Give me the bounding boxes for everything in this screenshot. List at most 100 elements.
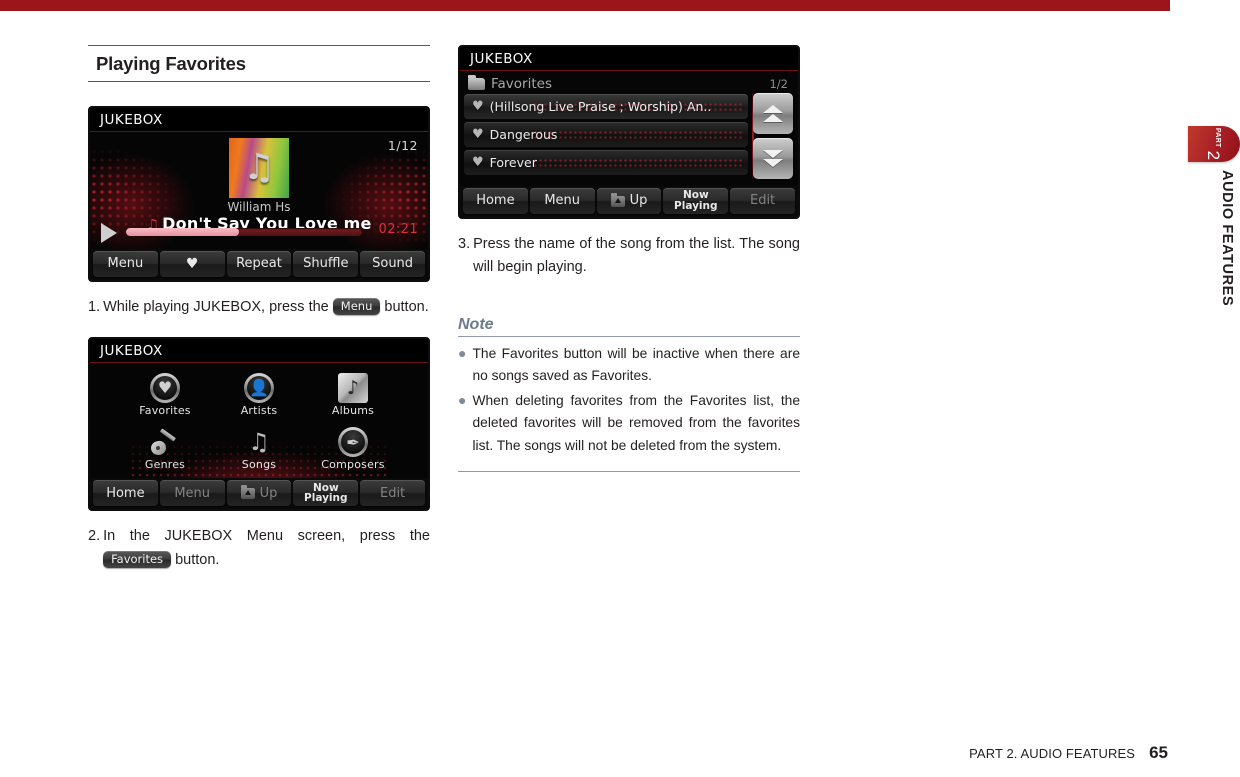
note-bottom-rule bbox=[458, 471, 800, 473]
toolbar-button-menu[interactable]: Menu bbox=[159, 480, 225, 507]
list-item[interactable]: ♥ Dangerous bbox=[464, 122, 748, 147]
music-note-square-icon: ♪ bbox=[338, 372, 368, 403]
part-label: AUDIO FEATURES bbox=[1219, 170, 1235, 307]
toolbar-label: Menu bbox=[107, 256, 144, 272]
toolbar-button-sound[interactable]: Sound bbox=[360, 251, 425, 277]
jukebox-menu-title: JUKEBOX bbox=[90, 339, 428, 364]
toolbar-button-edit[interactable]: Edit bbox=[360, 480, 425, 507]
step-3-number: 3. bbox=[458, 236, 471, 252]
menu-item-songs[interactable]: ♫ Songs bbox=[212, 422, 306, 477]
note-item-text: The Favorites button will be inactive wh… bbox=[472, 345, 800, 384]
note-item-text: When deleting favorites from the Favorit… bbox=[472, 392, 800, 453]
menu-item-genres[interactable]: Genres bbox=[118, 422, 212, 477]
part-word: PART bbox=[1214, 127, 1222, 148]
step-2-text: In the JUKEBOX Menu screen, press the Fa… bbox=[103, 525, 430, 572]
favorites-list-toolbar: Home Menu Up Now Playing Edit bbox=[460, 186, 798, 217]
chip-favorites-button[interactable]: Favorites bbox=[103, 550, 172, 569]
page-title: Playing Favorites bbox=[88, 45, 430, 82]
music-note-icon: ♫ bbox=[242, 147, 276, 188]
step-1: 1. While playing JUKEBOX, press the Menu… bbox=[88, 296, 430, 319]
page-footer: PART 2. AUDIO FEATURES 65 bbox=[969, 743, 1168, 763]
toolbar-label: Edit bbox=[379, 485, 406, 501]
menu-item-label: Favorites bbox=[139, 403, 191, 417]
favorites-list-header: Favorites 1/2 bbox=[460, 73, 798, 94]
favorites-list-screen: JUKEBOX Favorites 1/2 ♥ (Hillsong Live P… bbox=[458, 45, 800, 219]
step-3-text: Press the name of the song from the list… bbox=[473, 236, 800, 276]
guitar-icon bbox=[150, 427, 180, 457]
toolbar-label: Up bbox=[629, 193, 648, 209]
scroll-down-button[interactable] bbox=[753, 138, 793, 179]
footer-title: PART 2. AUDIO FEATURES bbox=[969, 746, 1136, 761]
menu-item-label: Songs bbox=[241, 458, 277, 472]
heart-icon: ♥ bbox=[472, 99, 484, 114]
part-number: 2 bbox=[1204, 150, 1224, 161]
menu-item-artists[interactable]: 👤 Artists bbox=[212, 367, 306, 422]
double-chevron-down-icon bbox=[763, 150, 783, 158]
toolbar-button-now-playing[interactable]: Now Playing bbox=[293, 480, 359, 507]
heart-round-icon: ♥ bbox=[150, 372, 180, 403]
part-tab-inner: PART 2 bbox=[1196, 118, 1232, 170]
jukebox-menu-body: ♥ Favorites 👤 Artists ♪ Albums Genres ♫ … bbox=[90, 363, 428, 479]
play-triangle-icon[interactable] bbox=[101, 223, 117, 243]
toolbar-button-edit[interactable]: Edit bbox=[730, 188, 795, 214]
favorites-rows: ♥ (Hillsong Live Praise ; Worship) An.. … bbox=[464, 94, 748, 178]
toolbar-label: Sound bbox=[372, 256, 414, 272]
step-1-text-before: While playing JUKEBOX, press the bbox=[103, 299, 329, 315]
now-playing-title: JUKEBOX bbox=[90, 108, 428, 132]
step-1-text: While playing JUKEBOX, press the Menu bu… bbox=[103, 296, 430, 319]
note-item: ● When deleting favorites from the Favor… bbox=[458, 390, 800, 457]
toolbar-label: Home bbox=[476, 193, 515, 209]
menu-item-albums[interactable]: ♪ Albums bbox=[306, 367, 400, 422]
toolbar-label: Repeat bbox=[236, 256, 282, 272]
list-item[interactable]: ♥ Forever bbox=[464, 150, 748, 175]
right-column: JUKEBOX Favorites 1/2 ♥ (Hillsong Live P… bbox=[458, 45, 800, 473]
jukebox-menu-toolbar: Home Menu Up Now Playing Edit bbox=[90, 478, 428, 510]
toolbar-label-line2: Playing bbox=[304, 492, 348, 505]
toolbar-button-home[interactable]: Home bbox=[93, 480, 158, 507]
menu-item-label: Artists bbox=[240, 403, 278, 417]
toolbar-button-shuffle[interactable]: Shuffle bbox=[293, 251, 359, 277]
progress-bar[interactable] bbox=[126, 228, 362, 236]
step-1-number: 1. bbox=[88, 299, 101, 315]
toolbar-button-up[interactable]: Up bbox=[226, 480, 292, 507]
toolbar-label: Menu bbox=[174, 485, 211, 501]
scroll-up-button[interactable] bbox=[753, 93, 793, 134]
folder-label: Favorites bbox=[491, 75, 552, 92]
toolbar-button-now-playing[interactable]: Now Playing bbox=[663, 188, 729, 214]
bullet-icon: ● bbox=[458, 391, 467, 408]
toolbar-button-repeat[interactable]: Repeat bbox=[226, 251, 292, 277]
step-2-text-before: In the JUKEBOX Menu screen, press the bbox=[103, 528, 430, 545]
list-item-label: Forever bbox=[489, 155, 537, 170]
footer-page-number: 65 bbox=[1149, 743, 1168, 762]
toolbar-label: Up bbox=[259, 485, 278, 501]
toolbar-label: Menu bbox=[544, 193, 581, 209]
toolbar-button-favorite[interactable]: ♥ bbox=[159, 251, 225, 277]
folder-up-icon bbox=[240, 484, 255, 499]
menu-item-label: Albums bbox=[331, 403, 375, 417]
folder-icon bbox=[468, 74, 485, 90]
note-heading: Note bbox=[458, 316, 800, 337]
menu-item-label: Genres bbox=[144, 458, 186, 472]
note-item: ● The Favorites button will be inactive … bbox=[458, 343, 800, 388]
scroll-buttons bbox=[753, 93, 793, 183]
toolbar-button-menu[interactable]: Menu bbox=[529, 188, 595, 214]
favorites-list-title: JUKEBOX bbox=[460, 47, 798, 71]
elapsed-time: 02:21 bbox=[378, 222, 418, 237]
now-playing-toolbar: Menu ♥ Repeat Shuffle Sound bbox=[90, 249, 428, 280]
menu-item-favorites[interactable]: ♥ Favorites bbox=[118, 367, 212, 422]
menu-item-label: Composers bbox=[321, 458, 385, 472]
menu-item-composers[interactable]: ✒ Composers bbox=[306, 422, 400, 477]
top-accent-bar bbox=[0, 0, 1170, 11]
step-1-text-after: button. bbox=[384, 299, 429, 315]
pen-nib-round-icon: ✒ bbox=[338, 427, 368, 458]
toolbar-button-menu[interactable]: Menu bbox=[93, 251, 158, 277]
bullet-icon: ● bbox=[458, 344, 467, 361]
toolbar-button-home[interactable]: Home bbox=[463, 188, 528, 214]
chip-menu-button[interactable]: Menu bbox=[332, 298, 381, 316]
list-item-label: Dangerous bbox=[489, 127, 558, 142]
album-art: ♫ bbox=[229, 138, 289, 198]
list-item-label: (Hillsong Live Praise ; Worship) An.. bbox=[489, 99, 712, 114]
toolbar-button-up[interactable]: Up bbox=[596, 188, 662, 214]
list-item[interactable]: ♥ (Hillsong Live Praise ; Worship) An.. bbox=[464, 94, 748, 119]
double-chevron-up-icon bbox=[763, 105, 783, 113]
